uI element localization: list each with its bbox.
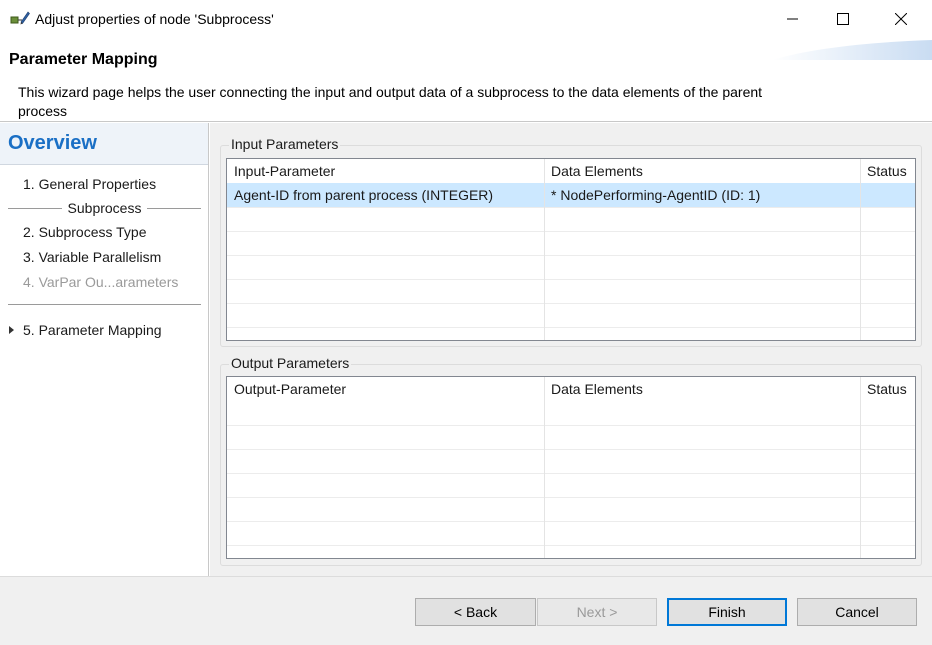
row-divider	[227, 303, 915, 304]
cancel-button[interactable]: Cancel	[797, 598, 917, 626]
row-divider	[227, 231, 915, 232]
row-divider	[227, 521, 915, 522]
minimize-icon	[787, 18, 798, 20]
table-header: Input-Parameter Data Elements Status	[227, 159, 915, 183]
step-group-subprocess: Subprocess	[8, 200, 201, 216]
wizard-header: Parameter Mapping This wizard page helps…	[0, 38, 932, 122]
group-divider-left	[8, 207, 62, 209]
row-divider	[227, 545, 915, 546]
triangle-right-icon	[9, 326, 14, 334]
column-divider	[860, 377, 861, 558]
minimize-button[interactable]	[770, 0, 816, 38]
wizard-steps-nav: Overview 1. General Properties Subproces…	[0, 123, 209, 576]
row-divider	[227, 255, 915, 256]
title-bar: Adjust properties of node 'Subprocess'	[0, 0, 932, 38]
step-general-properties[interactable]: 1. General Properties	[23, 176, 156, 192]
overview-heading: Overview	[0, 123, 208, 165]
column-header-input-parameter[interactable]: Input-Parameter	[227, 159, 544, 183]
column-header-data-elements[interactable]: Data Elements	[544, 159, 860, 183]
step-varpar-output-parameters: 4. VarPar Ou...arameters	[23, 274, 179, 290]
wizard-content: Input Parameters Input-Parameter Data El…	[210, 123, 932, 576]
header-banner-graphic	[772, 40, 932, 60]
cell-status	[860, 183, 867, 207]
step-group-label: Subprocess	[67, 200, 142, 216]
page-description: This wizard page helps the user connecti…	[18, 84, 763, 119]
maximize-icon	[837, 13, 849, 25]
column-header-data-elements[interactable]: Data Elements	[544, 377, 860, 401]
next-button: Next >	[537, 598, 657, 626]
maximize-button[interactable]	[820, 0, 866, 38]
row-divider	[227, 449, 915, 450]
finish-button[interactable]: Finish	[667, 598, 787, 626]
column-header-output-parameter[interactable]: Output-Parameter	[227, 377, 544, 401]
row-divider	[227, 207, 915, 208]
output-parameters-label: Output Parameters	[229, 355, 352, 371]
nav-divider	[8, 304, 201, 305]
row-divider	[227, 497, 915, 498]
cell-input-parameter: Agent-ID from parent process (INTEGER)	[234, 187, 494, 203]
row-divider	[227, 473, 915, 474]
row-divider	[227, 327, 915, 328]
column-divider	[860, 159, 861, 340]
page-title: Parameter Mapping	[9, 51, 158, 68]
row-divider	[227, 425, 915, 426]
cell-data-element: * NodePerforming-AgentID (ID: 1)	[551, 187, 761, 203]
table-header: Output-Parameter Data Elements Status	[227, 377, 915, 401]
input-parameters-label: Input Parameters	[229, 136, 341, 152]
close-button[interactable]	[878, 0, 924, 38]
close-icon	[895, 13, 907, 25]
group-divider-right	[147, 207, 201, 209]
row-divider	[227, 279, 915, 280]
step-variable-parallelism[interactable]: 3. Variable Parallelism	[23, 249, 161, 265]
column-divider	[544, 377, 545, 558]
column-header-status[interactable]: Status	[860, 377, 915, 401]
input-parameters-table[interactable]: Input-Parameter Data Elements Status Age…	[226, 158, 916, 341]
window-title: Adjust properties of node 'Subprocess'	[35, 11, 274, 27]
step-subprocess-type[interactable]: 2. Subprocess Type	[23, 224, 146, 240]
step-parameter-mapping[interactable]: 5. Parameter Mapping	[23, 322, 162, 338]
wizard-button-bar: < Back Next > Finish Cancel	[0, 576, 932, 645]
output-parameters-table[interactable]: Output-Parameter Data Elements Status	[226, 376, 916, 559]
column-divider	[544, 159, 545, 340]
node-wizard-icon	[10, 11, 30, 25]
column-header-status[interactable]: Status	[860, 159, 915, 183]
back-button[interactable]: < Back	[415, 598, 536, 626]
